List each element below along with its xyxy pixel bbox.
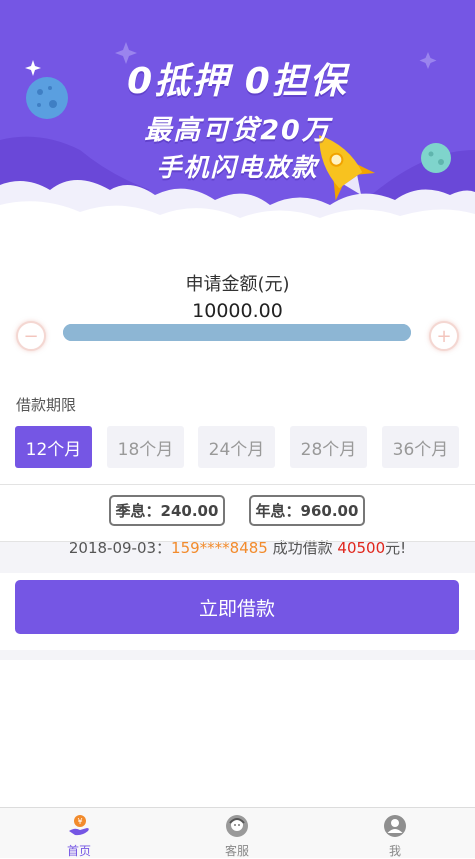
- apply-loan-button[interactable]: 立即借款: [15, 580, 459, 634]
- promo-banner: 0抵押 0担保 最高可贷20万 手机闪电放款: [0, 0, 475, 240]
- period-option-24[interactable]: 24个月: [198, 426, 275, 468]
- amount-title: 申请金额(元): [185, 274, 290, 295]
- home-loan-icon: ¥: [69, 815, 89, 836]
- banner-tagline: 手机闪电放款: [156, 153, 319, 182]
- tab-service[interactable]: 客服: [197, 808, 277, 859]
- customer-service-icon: [226, 815, 248, 837]
- plus-circle-icon[interactable]: +: [429, 321, 459, 351]
- period-option-18[interactable]: 18个月: [107, 426, 184, 468]
- divider: [0, 541, 475, 542]
- tab-home-label: 首页: [66, 844, 91, 858]
- svg-text:¥: ¥: [77, 817, 82, 826]
- season-interest-badge: 季息：240.00: [109, 495, 225, 526]
- tab-home[interactable]: ¥ 首页: [39, 808, 119, 859]
- tab-me[interactable]: 我: [355, 808, 435, 859]
- period-label: 借款期限: [16, 396, 77, 414]
- divider: [0, 484, 475, 485]
- tab-service-label: 客服: [224, 844, 249, 858]
- year-interest-badge: 年息：960.00: [249, 495, 365, 526]
- tab-me-label: 我: [388, 844, 401, 858]
- section-gap: [0, 650, 475, 660]
- period-options: 12个月 18个月 24个月 28个月 36个月: [15, 426, 460, 468]
- bottom-tab-bar: ¥ 首页 客服 我: [0, 807, 475, 858]
- period-option-36[interactable]: 36个月: [382, 426, 459, 468]
- minus-circle-icon[interactable]: −: [16, 321, 46, 351]
- user-icon: [384, 815, 406, 837]
- loan-ticker: 2018-09-03：159****8485 成功借款 40500元!: [0, 535, 475, 561]
- amount-slider-fill: [63, 324, 411, 341]
- banner-subheadline: 最高可贷20万: [144, 115, 331, 146]
- amount-slider[interactable]: [63, 324, 411, 341]
- period-option-12[interactable]: 12个月: [15, 426, 92, 468]
- banner-headline: 0抵押 0担保: [127, 61, 348, 102]
- period-option-28[interactable]: 28个月: [290, 426, 367, 468]
- amount-value: 10000.00: [192, 300, 283, 322]
